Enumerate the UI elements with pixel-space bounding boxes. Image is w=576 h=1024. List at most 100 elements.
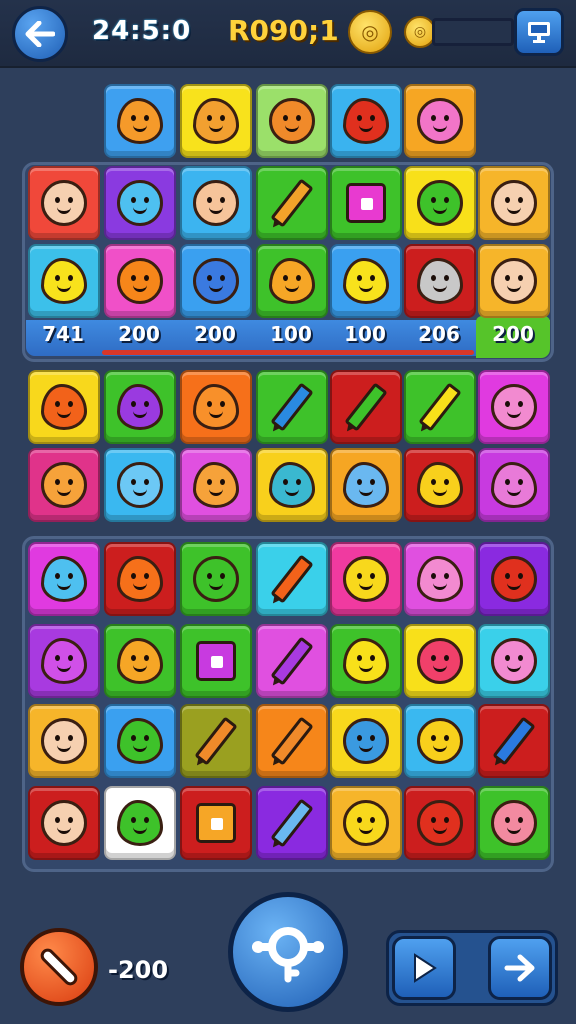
creature-icon <box>41 556 87 602</box>
game-tile[interactable] <box>478 448 550 522</box>
game-tile[interactable] <box>104 84 176 158</box>
game-tile[interactable] <box>256 448 328 522</box>
game-tile[interactable] <box>404 244 476 318</box>
game-tile[interactable] <box>330 704 402 778</box>
timer-display: 24:5:0 <box>92 16 192 46</box>
progress-line <box>102 350 474 355</box>
game-tile[interactable] <box>104 624 176 698</box>
game-tile[interactable] <box>180 786 252 860</box>
game-tile[interactable] <box>28 448 100 522</box>
character-face-icon <box>491 384 537 430</box>
character-face-icon <box>269 98 315 144</box>
game-tile[interactable] <box>330 624 402 698</box>
game-tile[interactable] <box>180 244 252 318</box>
game-tile[interactable] <box>180 542 252 616</box>
character-face-icon <box>41 800 87 846</box>
power-cost-label: -200 <box>108 956 169 984</box>
game-tile[interactable] <box>256 244 328 318</box>
game-tile[interactable] <box>180 448 252 522</box>
game-tile[interactable] <box>104 244 176 318</box>
game-tile[interactable] <box>330 84 402 158</box>
game-tile[interactable] <box>256 704 328 778</box>
creature-icon <box>117 98 163 144</box>
game-tile[interactable] <box>478 166 550 240</box>
creature-icon <box>193 98 239 144</box>
game-tile[interactable] <box>256 542 328 616</box>
game-tile[interactable] <box>478 542 550 616</box>
game-tile[interactable] <box>256 624 328 698</box>
game-tile[interactable] <box>404 370 476 444</box>
game-tile[interactable] <box>404 542 476 616</box>
game-tile[interactable] <box>28 166 100 240</box>
game-tile[interactable] <box>330 542 402 616</box>
next-button[interactable] <box>488 936 552 1000</box>
key-button[interactable] <box>228 892 348 1012</box>
pencil-icon <box>417 382 462 434</box>
character-face-icon <box>117 258 163 304</box>
character-face-icon <box>491 258 537 304</box>
creature-icon <box>417 258 463 304</box>
screen-button[interactable] <box>514 8 564 56</box>
game-tile[interactable] <box>28 786 100 860</box>
game-tile[interactable] <box>330 166 402 240</box>
play-button[interactable] <box>392 936 456 1000</box>
column-score: 100 <box>344 322 386 346</box>
game-tile[interactable] <box>404 448 476 522</box>
character-face-icon <box>343 800 389 846</box>
creature-icon <box>269 258 315 304</box>
game-tile[interactable] <box>330 786 402 860</box>
game-tile[interactable] <box>256 166 328 240</box>
creature-icon <box>117 718 163 764</box>
power-button[interactable] <box>20 928 98 1006</box>
game-tile[interactable] <box>28 704 100 778</box>
pencil-icon <box>269 798 314 850</box>
game-tile[interactable] <box>104 786 176 860</box>
back-button[interactable] <box>12 6 68 62</box>
game-tile[interactable] <box>104 448 176 522</box>
wand-icon <box>37 945 81 989</box>
game-tile[interactable] <box>404 624 476 698</box>
pencil-icon <box>269 636 314 688</box>
game-tile[interactable] <box>104 166 176 240</box>
pencil-icon <box>193 716 238 768</box>
game-tile[interactable] <box>478 370 550 444</box>
game-tile[interactable] <box>404 786 476 860</box>
game-tile[interactable] <box>478 624 550 698</box>
game-tile[interactable] <box>104 542 176 616</box>
game-tile[interactable] <box>28 624 100 698</box>
game-tile[interactable] <box>330 244 402 318</box>
game-tile[interactable] <box>180 704 252 778</box>
game-tile[interactable] <box>330 448 402 522</box>
game-tile[interactable] <box>404 166 476 240</box>
game-tile[interactable] <box>330 370 402 444</box>
creature-icon <box>41 384 87 430</box>
game-tile[interactable] <box>478 704 550 778</box>
game-tile[interactable] <box>180 370 252 444</box>
key-icon <box>252 927 324 983</box>
game-tile[interactable] <box>180 84 252 158</box>
game-tile[interactable] <box>478 786 550 860</box>
game-tile[interactable] <box>478 244 550 318</box>
game-tile[interactable] <box>28 370 100 444</box>
character-face-icon <box>41 462 87 508</box>
coin-progress-bar <box>432 18 514 46</box>
game-tile[interactable] <box>256 786 328 860</box>
gift-box-icon <box>196 641 236 681</box>
character-face-icon <box>117 180 163 226</box>
game-tile[interactable] <box>256 370 328 444</box>
character-face-icon <box>417 638 463 684</box>
game-tile[interactable] <box>28 542 100 616</box>
creature-icon <box>193 384 239 430</box>
game-tile[interactable] <box>28 244 100 318</box>
column-score: 200 <box>492 322 534 346</box>
arrow-right-icon <box>504 954 535 982</box>
game-tile[interactable] <box>404 84 476 158</box>
game-tile[interactable] <box>104 370 176 444</box>
game-tile[interactable] <box>180 624 252 698</box>
creature-icon <box>117 556 163 602</box>
game-tile[interactable] <box>404 704 476 778</box>
game-tile[interactable] <box>104 704 176 778</box>
game-tile[interactable] <box>180 166 252 240</box>
game-tile[interactable] <box>256 84 328 158</box>
column-score: 206 <box>418 322 460 346</box>
